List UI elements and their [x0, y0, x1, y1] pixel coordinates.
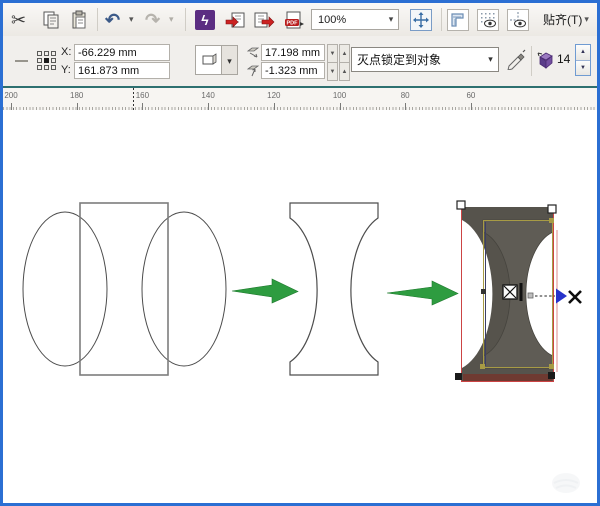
document-top-border: [3, 86, 597, 88]
extrude-depth-spinner[interactable]: ▲ ▼: [575, 44, 591, 76]
ruler-label: 160: [135, 91, 150, 100]
ruler-major-tick: [11, 103, 12, 110]
ruler-major-tick: [208, 103, 210, 110]
snap-to-label: 贴齐(T): [543, 13, 583, 27]
cut-icon[interactable]: ✂: [11, 3, 26, 36]
import-icon[interactable]: [225, 3, 247, 36]
publish-pdf-icon[interactable]: PDF: [283, 3, 305, 36]
ruler-label: 80: [400, 91, 410, 100]
vp-y-spinner[interactable]: ▼ ▲: [327, 62, 350, 81]
x-position-label: X:: [61, 46, 72, 58]
vp-y-field[interactable]: -1.323 mm: [261, 62, 325, 79]
zoom-caret-icon: ▾: [388, 14, 394, 24]
snap-caret-icon: ▾: [584, 14, 589, 24]
undo-dropdown-caret[interactable]: ▾: [127, 3, 134, 36]
ruler-major-tick: [142, 103, 144, 110]
vp-mode-caret-icon: ▾: [488, 54, 493, 64]
app-launcher-icon[interactable]: ϟ: [195, 3, 215, 36]
extrude-property-bar: X: -66.229 mm Y: 161.873 mm ▾ 17.198 mm …: [3, 36, 597, 87]
paste-icon[interactable]: [69, 3, 89, 36]
toolbar-overflow-dash[interactable]: [15, 60, 28, 62]
standard-toolbar: ✂ ↶ ▾ ↷ ▾ ϟ PDF 100% ▾ 贴齐(T) ▾: [3, 3, 597, 37]
vp-x-field[interactable]: 17.198 mm: [261, 44, 325, 61]
ruler-cursor-indicator: [133, 88, 134, 110]
y-position-label: Y:: [61, 64, 71, 76]
horizontal-ruler[interactable]: 200 180 160 140 120 100 80 60: [3, 88, 597, 110]
object-origin-selector[interactable]: [37, 51, 56, 70]
drawing-canvas[interactable]: [3, 110, 597, 503]
ruler-major-tick: [339, 103, 341, 110]
ruler-label: 200: [4, 91, 18, 100]
zoom-to-fit-icon[interactable]: [410, 3, 432, 36]
extrusion-type-caret-icon: ▾: [222, 45, 238, 75]
extrude-depth-icon: [536, 50, 555, 74]
ruler-major-tick: [470, 103, 472, 110]
vp-y-icon: [246, 64, 260, 82]
extrude-depth-value: 14: [557, 52, 571, 66]
y-position-field[interactable]: 161.873 mm: [74, 62, 170, 79]
ruler-label: 120: [267, 91, 281, 100]
vp-x-icon: [246, 46, 260, 64]
separator: [97, 8, 98, 31]
zoom-level-combo[interactable]: 100% ▾: [311, 9, 399, 30]
separator: [441, 8, 442, 31]
redo-button[interactable]: ↷: [145, 3, 160, 36]
redo-dropdown-caret[interactable]: ▾: [167, 3, 174, 36]
vp-x-spinner[interactable]: ▼ ▲: [327, 44, 350, 63]
show-guidelines-icon[interactable]: [507, 3, 529, 36]
coreldraw-window: ✂ ↶ ▾ ↷ ▾ ϟ PDF 100% ▾ 贴齐(T) ▾ X: -66.22…: [0, 0, 600, 506]
show-grid-icon[interactable]: [477, 3, 499, 36]
snap-to-menu[interactable]: 贴齐(T) ▾: [543, 3, 589, 36]
ruler-major-tick: [76, 103, 78, 110]
undo-button[interactable]: ↶: [105, 3, 120, 36]
zoom-level-value: 100%: [318, 13, 347, 26]
svg-text:PDF: PDF: [287, 20, 299, 26]
ruler-major-tick: [273, 103, 275, 110]
separator: [531, 46, 532, 76]
show-rulers-icon[interactable]: [447, 3, 469, 36]
ruler-label: 140: [201, 91, 215, 100]
copy-icon[interactable]: [41, 3, 61, 36]
vanishing-point-mode-dropdown[interactable]: 灭点锁定到对象 ▾: [351, 47, 499, 72]
ruler-major-tick: [405, 103, 407, 110]
extrusion-type-icon: [195, 45, 222, 75]
ruler-label: 100: [332, 91, 347, 100]
export-icon[interactable]: [253, 3, 275, 36]
extrusion-type-combo[interactable]: ▾: [195, 45, 239, 75]
ruler-label: 60: [466, 91, 476, 100]
x-position-field[interactable]: -66.229 mm: [74, 44, 170, 61]
separator: [185, 8, 186, 31]
vanishing-point-mode-value: 灭点锁定到对象: [357, 53, 442, 67]
copy-vp-properties-icon[interactable]: [505, 48, 527, 75]
ruler-label: 180: [70, 91, 84, 100]
